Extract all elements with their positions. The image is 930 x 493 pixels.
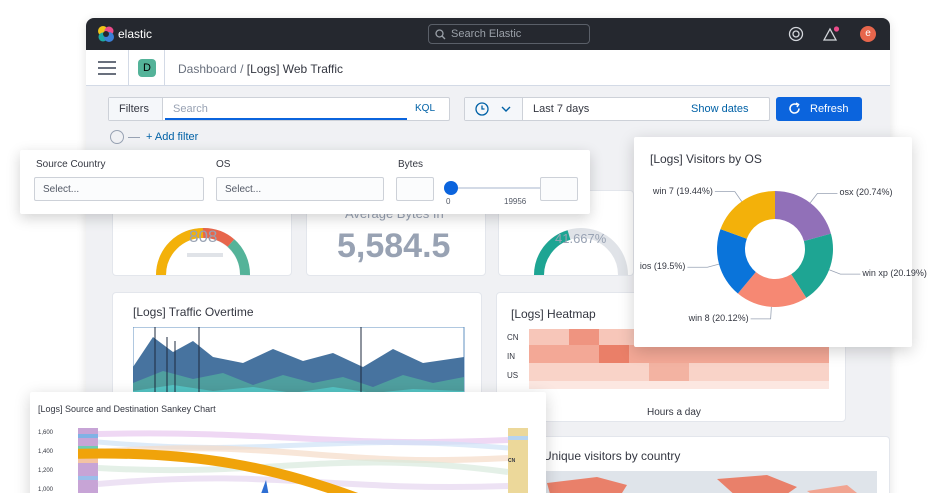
visitors-by-os-panel: [Logs] Visitors by OS osx (20.74%) win x…: [634, 137, 927, 347]
gauge-arc: [156, 228, 250, 276]
elastic-logo-icon[interactable]: [96, 24, 116, 44]
divider: [128, 50, 129, 86]
bytes-max-input[interactable]: [540, 177, 578, 201]
country-map: [537, 471, 877, 493]
visitors-by-country-panel: Unique visitors by country: [496, 436, 890, 493]
gauge-label-bar: [187, 253, 223, 257]
os-slice-leader: [750, 306, 772, 320]
refresh-icon: [789, 102, 800, 114]
panel-title: [Logs] Traffic Overtime: [133, 305, 254, 319]
controls-panel: Source Country Select... OS Select... By…: [20, 150, 590, 214]
global-search-placeholder: Search Elastic: [451, 28, 522, 40]
dashboard-app-badge[interactable]: D: [138, 59, 156, 77]
sankey-node-label: CN: [508, 458, 516, 464]
os-slice-label: osx (20.74%): [839, 187, 893, 198]
breadcrumb-dashboard-link[interactable]: Dashboard: [178, 62, 237, 76]
os-slice-label: win 8 (20.12%): [688, 312, 749, 323]
quick-menu-button[interactable]: [465, 98, 523, 120]
add-filter-link[interactable]: + Add filter: [146, 131, 198, 143]
panel-title: Unique visitors by country: [543, 449, 681, 463]
show-dates-link[interactable]: Show dates: [691, 103, 748, 115]
help-icon[interactable]: [788, 26, 804, 42]
heatmap-x-label: Hours a day: [647, 407, 701, 418]
y-tick-label: 1,600: [38, 430, 54, 436]
os-slice-leader: [687, 263, 720, 268]
refresh-button[interactable]: Refresh: [776, 97, 862, 121]
os-slice[interactable]: [775, 191, 831, 242]
panel-title: [Logs] Heatmap: [511, 307, 596, 321]
gauge-arc: [534, 228, 628, 276]
add-filter-row: + Add filter: [110, 130, 198, 144]
gauge-value: 41.667%: [555, 231, 607, 246]
metric-value: 5,584.5: [337, 227, 451, 265]
sankey-flows: [78, 428, 528, 493]
filter-toggle[interactable]: [110, 130, 124, 144]
os-slice-label: win xp (20.19%): [862, 268, 927, 279]
bytes-min-value: 0: [446, 197, 451, 206]
search-icon: [435, 29, 446, 40]
source-country-select[interactable]: Select...: [34, 177, 204, 201]
os-slice-leader: [714, 191, 743, 202]
divider: [164, 50, 165, 86]
y-tick-label: 1,400: [38, 449, 54, 455]
bytes-min-input[interactable]: [396, 177, 434, 201]
breadcrumb-separator: /: [240, 62, 244, 76]
os-slice[interactable]: [720, 191, 775, 239]
os-slice-label: win 7 (19.44%): [652, 185, 713, 196]
clock-icon: [475, 102, 489, 116]
os-slice-leader: [828, 269, 861, 275]
bytes-slider-track[interactable]: [452, 187, 540, 189]
refresh-label: Refresh: [810, 103, 849, 115]
filter-connector: [128, 136, 140, 138]
heatmap-row-label: CN: [507, 333, 519, 342]
bytes-slider-thumb[interactable]: [444, 181, 458, 195]
heatmap-row-label: IN: [507, 352, 515, 361]
menu-toggle-icon[interactable]: [98, 61, 116, 75]
filters-button[interactable]: Filters: [109, 98, 163, 120]
news-feed-icon[interactable]: [822, 26, 840, 42]
sankey-panel: [Logs] Source and Destination Sankey Cha…: [30, 392, 546, 493]
breadcrumb-bar: D Dashboard / [Logs] Web Traffic: [86, 50, 890, 86]
traffic-overtime-panel: [Logs] Traffic Overtime: [112, 292, 482, 403]
os-label: OS: [216, 159, 231, 170]
os-slice-label: ios (19.5%): [639, 261, 686, 272]
os-select[interactable]: Select...: [216, 177, 384, 201]
query-bar: Filters Search KQL: [108, 97, 450, 121]
chevron-down-icon: [501, 106, 511, 112]
y-tick-label: 1,200: [38, 468, 54, 474]
screenshot-stage: elastic Search Elastic e D Dashboard / […: [0, 0, 930, 493]
user-avatar[interactable]: e: [860, 26, 876, 42]
brand-name: elastic: [118, 27, 153, 41]
kql-toggle-button[interactable]: KQL: [415, 103, 435, 114]
date-picker: Last 7 days Show dates: [464, 97, 770, 121]
header-bar: elastic Search Elastic e: [86, 18, 890, 50]
breadcrumb-current: [Logs] Web Traffic: [246, 62, 344, 76]
bytes-label: Bytes: [398, 159, 424, 170]
y-tick-label: 1,000: [38, 487, 54, 493]
search-input[interactable]: Search: [165, 98, 407, 120]
panel-title: [Logs] Source and Destination Sankey Cha…: [38, 404, 216, 414]
global-search-input[interactable]: Search Elastic: [428, 24, 590, 44]
os-donut-chart: [687, 191, 861, 320]
breadcrumb: Dashboard / [Logs] Web Traffic: [178, 62, 343, 76]
time-range-label[interactable]: Last 7 days: [533, 103, 589, 115]
os-slice-leader: [809, 192, 838, 204]
source-country-label: Source Country: [36, 159, 106, 170]
heatmap-row-label: US: [507, 371, 519, 380]
gauge-value: 808: [189, 227, 218, 246]
bytes-max-value: 19956: [504, 197, 527, 206]
